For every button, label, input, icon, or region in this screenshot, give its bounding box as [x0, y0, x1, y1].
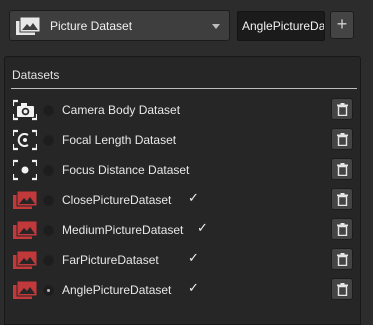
dataset-label: Focus Distance Dataset — [62, 163, 190, 177]
delete-dataset-button[interactable] — [331, 188, 353, 210]
dataset-label: AnglePictureDataset — [62, 283, 172, 297]
dataset-radio-selected[interactable] — [43, 285, 54, 296]
check-icon[interactable]: ✓ — [188, 191, 199, 206]
add-dataset-button[interactable]: + — [330, 11, 354, 39]
focus-distance-icon — [13, 159, 37, 181]
dataset-radio[interactable] — [43, 195, 54, 206]
dataset-type-label: Picture Dataset — [50, 19, 133, 33]
dataset-radio[interactable] — [43, 105, 54, 116]
trash-icon — [337, 223, 348, 236]
trash-icon — [337, 283, 348, 296]
picture-dataset-icon — [13, 190, 37, 209]
trash-icon — [337, 103, 348, 116]
picture-dataset-icon — [13, 220, 37, 239]
delete-dataset-button[interactable] — [331, 278, 353, 300]
dataset-type-dropdown[interactable]: Picture Dataset — [9, 10, 230, 41]
trash-icon — [337, 163, 348, 176]
dataset-radio[interactable] — [43, 165, 54, 176]
dataset-radio[interactable] — [43, 135, 54, 146]
dataset-label: FarPictureDataset — [62, 253, 159, 267]
dataset-row[interactable]: Camera Body Dataset — [5, 95, 362, 125]
delete-dataset-button[interactable] — [331, 218, 353, 240]
picture-dataset-icon — [13, 250, 37, 269]
dataset-radio[interactable] — [43, 225, 54, 236]
trash-icon — [337, 193, 348, 206]
dataset-label: Camera Body Dataset — [62, 103, 181, 117]
panel-title: Datasets — [12, 68, 60, 82]
delete-dataset-button[interactable] — [331, 158, 353, 180]
dataset-row[interactable]: AnglePictureDataset ✓ — [5, 275, 362, 305]
dataset-radio[interactable] — [43, 255, 54, 266]
dataset-label: ClosePictureDataset — [62, 193, 172, 207]
dataset-row[interactable]: Focus Distance Dataset — [5, 155, 362, 185]
camera-body-icon — [13, 99, 37, 121]
trash-icon — [337, 253, 348, 266]
dataset-label: MediumPictureDataset — [62, 223, 184, 237]
dataset-row[interactable]: FarPictureDataset ✓ — [5, 245, 362, 275]
delete-dataset-button[interactable] — [331, 98, 353, 120]
dataset-label: Focal Length Dataset — [62, 133, 177, 147]
trash-icon — [337, 133, 348, 146]
picture-dataset-icon — [13, 280, 37, 299]
dataset-row[interactable]: Focal Length Dataset — [5, 125, 362, 155]
check-icon[interactable]: ✓ — [188, 281, 199, 296]
dataset-name-input[interactable]: AnglePictureDataset — [237, 11, 325, 41]
chevron-down-icon — [212, 24, 220, 29]
delete-dataset-button[interactable] — [331, 128, 353, 150]
dataset-row[interactable]: MediumPictureDataset ✓ — [5, 215, 362, 245]
delete-dataset-button[interactable] — [331, 248, 353, 270]
datasets-panel: Datasets Camera Body Dataset Focal Lengt… — [4, 56, 361, 325]
check-icon[interactable]: ✓ — [197, 221, 208, 236]
picture-dataset-icon — [16, 17, 40, 35]
dataset-row[interactable]: ClosePictureDataset ✓ — [5, 185, 362, 215]
focal-length-icon — [13, 129, 37, 151]
divider — [11, 88, 357, 89]
check-icon[interactable]: ✓ — [188, 251, 199, 266]
